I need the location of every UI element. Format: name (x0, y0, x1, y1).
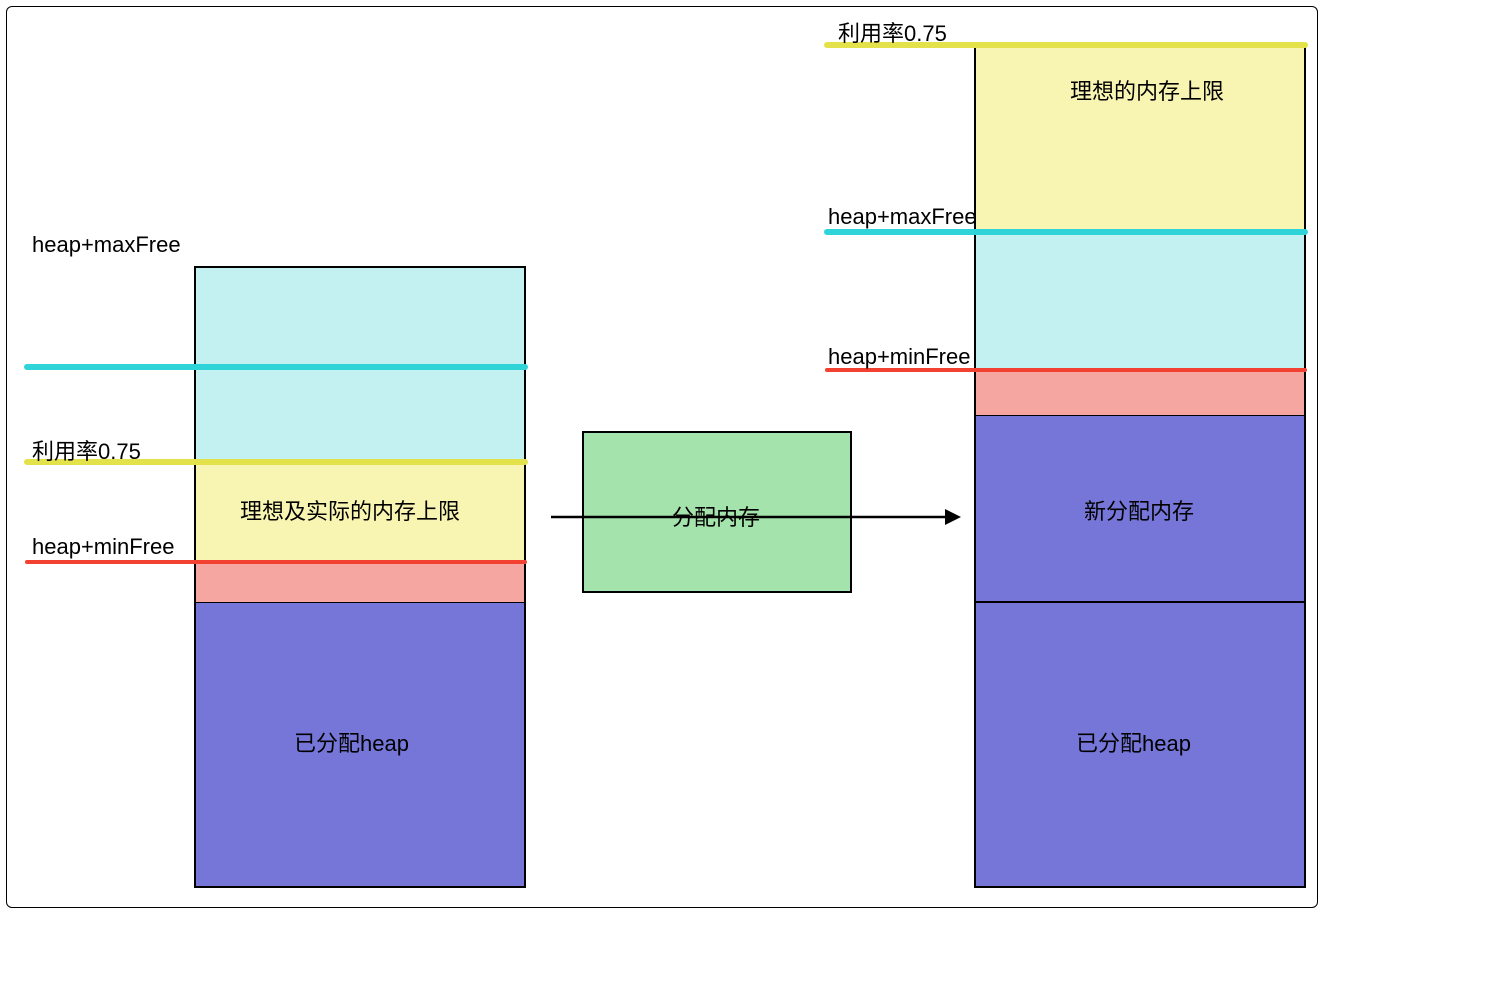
diagram-stage: heap+maxFree 利用率0.75 heap+minFree 理想及实际的… (0, 0, 1500, 1008)
right-cyan-zone (975, 232, 1305, 370)
right-utilization-label: 利用率0.75 (838, 16, 947, 48)
right-new-label: 新分配内存 (1084, 494, 1194, 526)
left-minfree-label: heap+minFree (32, 534, 174, 560)
allocate-label: 分配内存 (672, 500, 760, 532)
arrow-head (945, 509, 961, 525)
left-utilization-label: 利用率0.75 (32, 434, 141, 466)
right-minfree-label: heap+minFree (828, 344, 970, 370)
right-allocated-label: 已分配heap (1076, 726, 1191, 758)
right-maxfree-label: heap+maxFree (828, 204, 977, 230)
right-minfree-band (975, 370, 1305, 415)
left-allocated-label: 已分配heap (294, 726, 409, 758)
left-minfree-band (195, 562, 525, 602)
right-ideal-label: 理想的内存上限 (1070, 74, 1224, 106)
left-ideal-label: 理想及实际的内存上限 (240, 494, 460, 526)
left-maxfree-label: heap+maxFree (32, 232, 181, 258)
diagram-svg (6, 6, 1318, 908)
